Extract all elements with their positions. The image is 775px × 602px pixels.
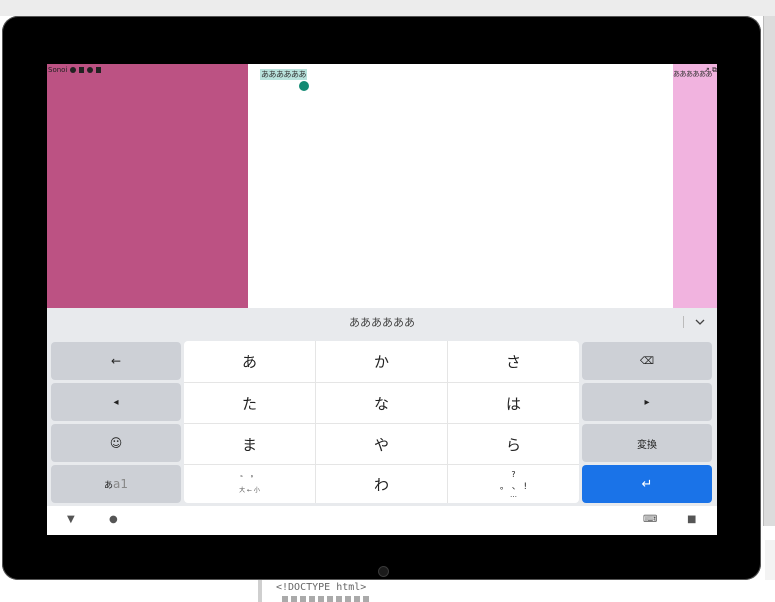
keyboard-switch-icon[interactable]: ⌨	[643, 514, 657, 525]
code-snippet-line	[282, 596, 372, 602]
size-toggle-label: 大 ← 小	[239, 487, 260, 494]
japanese-keyboard: ああああああ ← ◂ ☺ あ a1 あ か さ た な は ま や ら ゛ ゜ …	[47, 308, 717, 506]
right-pane[interactable]: ↗ ⧉ ああああああ	[673, 64, 717, 308]
alnum-mode-label: a1	[113, 477, 128, 491]
editor-gutter	[258, 580, 262, 602]
notification-icon	[70, 67, 77, 73]
arrow-left-icon: ◂	[113, 396, 119, 408]
home-icon[interactable]: ●	[109, 514, 118, 525]
kana-key-ya[interactable]: や	[316, 424, 447, 464]
text-editor-pane[interactable]: ああああああ	[248, 64, 673, 308]
kana-key-na[interactable]: な	[316, 383, 447, 423]
enter-key[interactable]: ↵	[582, 465, 712, 503]
cursor-right-key[interactable]: ▸	[582, 383, 712, 421]
right-pane-text: ああああああ	[673, 70, 713, 78]
dakuten-key[interactable]: ゛ ゜ 大 ← 小	[184, 465, 315, 503]
desktop-top-strip	[0, 0, 775, 16]
backspace-icon: ⌫	[639, 355, 655, 367]
app-icon	[79, 67, 85, 73]
convert-label: 変換	[637, 439, 657, 451]
hiragana-mode-label: あ	[103, 480, 113, 491]
code-snippet: <!DOCTYPE html>	[276, 582, 367, 593]
tablet-screen: Sonoi ああああああ ↗ ⧉ ああああああ ああああああ ← ◂ ☺ あ a…	[47, 64, 717, 535]
punct-question: ?	[511, 470, 516, 479]
navigation-bar: ▼ ● ⌨ ■	[47, 506, 717, 535]
desktop-right-panel	[765, 540, 775, 580]
punctuation-key[interactable]: ? 。 、 ! …	[448, 465, 579, 503]
kana-key-ra[interactable]: ら	[448, 424, 579, 464]
kana-key-ma[interactable]: ま	[184, 424, 315, 464]
selected-text[interactable]: ああああああ	[260, 69, 307, 80]
selection-handle[interactable]	[299, 81, 309, 91]
camera-icon	[378, 566, 389, 577]
desktop-right-edge	[763, 16, 775, 526]
sd-card-icon	[96, 67, 102, 73]
kana-key-ha[interactable]: は	[448, 383, 579, 423]
status-bar-left: Sonoi	[48, 66, 102, 74]
undo-key[interactable]: ←	[51, 342, 181, 380]
sync-icon	[87, 67, 94, 73]
enter-icon: ↵	[641, 476, 653, 492]
back-icon[interactable]: ▼	[67, 514, 75, 525]
left-pane[interactable]: Sonoi	[47, 64, 248, 308]
backspace-key[interactable]: ⌫	[582, 342, 712, 380]
cursor-left-key[interactable]: ◂	[51, 383, 181, 421]
undo-icon: ←	[110, 354, 122, 368]
candidate-divider	[683, 316, 684, 328]
dakuten-label: ゛ ゜	[240, 475, 259, 484]
recents-icon[interactable]: ■	[687, 514, 696, 525]
convert-key[interactable]: 変換	[582, 424, 712, 462]
punct-ellipsis: …	[510, 491, 517, 499]
emoji-icon: ☺	[109, 436, 123, 450]
arrow-right-icon: ▸	[644, 396, 650, 408]
kana-key-a[interactable]: あ	[184, 341, 315, 382]
emoji-key[interactable]: ☺	[51, 424, 181, 462]
kana-key-wa[interactable]: わ	[316, 465, 447, 503]
kana-key-sa[interactable]: さ	[448, 341, 579, 382]
kana-key-ta[interactable]: た	[184, 383, 315, 423]
candidate-bar: ああああああ	[47, 308, 717, 336]
input-mode-key[interactable]: あ a1	[51, 465, 181, 503]
chevron-down-icon[interactable]	[693, 315, 707, 329]
candidate-word[interactable]: ああああああ	[349, 314, 415, 330]
kana-key-ka[interactable]: か	[316, 341, 447, 382]
status-time: Sonoi	[48, 66, 68, 74]
